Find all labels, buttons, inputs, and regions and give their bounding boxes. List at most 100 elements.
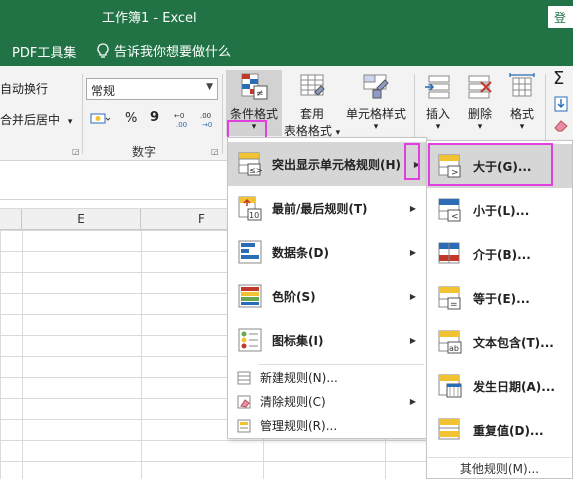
menu-item-label: 最前/最后规则(T) xyxy=(272,201,368,216)
tell-me-label: 告诉我你想要做什么 xyxy=(114,45,232,60)
menu-item-label: 色阶(S) xyxy=(272,289,316,304)
menu-item-clear-rules[interactable]: 清除规则(C) ▶ xyxy=(228,390,426,413)
format-dropdown-icon: ▾ xyxy=(519,122,525,132)
insert-cells-button[interactable]: 插入 ▾ xyxy=(418,70,458,132)
format-as-table-button[interactable]: 套用 表格格式 ▾ xyxy=(283,70,341,139)
svg-text:≠: ≠ xyxy=(256,89,264,99)
cell-styles-label: 单元格样式 xyxy=(345,107,406,121)
menu-item-label: 清除规则(C) xyxy=(260,395,326,409)
lightbulb-icon xyxy=(97,42,109,58)
svg-text:ab: ab xyxy=(449,344,459,353)
login-button[interactable]: 登 xyxy=(548,6,573,28)
cell-styles-button[interactable]: 单元格样式 ▾ xyxy=(341,70,411,132)
data-bars-icon xyxy=(228,238,272,266)
delete-label: 删除 xyxy=(467,107,492,121)
manage-rules-icon xyxy=(228,418,260,434)
highlight-box-submenu-arrow xyxy=(404,143,420,180)
comma-style-button[interactable]: 9 xyxy=(150,110,159,125)
number-format-select[interactable]: 常规 ▼ xyxy=(86,78,218,100)
less-than-icon: < xyxy=(427,196,473,224)
format-label: 格式 xyxy=(509,107,534,121)
format-cells-button[interactable]: 格式 ▾ xyxy=(502,70,542,132)
title-bar: 工作簿1 - Excel 登 xyxy=(0,0,573,34)
currency-format-button[interactable] xyxy=(90,111,112,130)
submenu-item-more-rules[interactable]: 其他规则(M)... xyxy=(427,457,572,479)
delete-cells-icon xyxy=(468,75,492,99)
submenu-item-equal-to[interactable]: = 等于(E)... xyxy=(427,276,572,320)
clear-eraser-icon[interactable] xyxy=(553,118,569,135)
menu-item-label: 突出显示单元格规则(H) xyxy=(272,157,402,172)
merge-center-label: 合并后居中 xyxy=(0,113,61,127)
menu-item-manage-rules[interactable]: 管理规则(R)... xyxy=(228,414,426,437)
highlight-rules-submenu: > 大于(G)... < 小于(L)... 介于(B)... = 等于(E)..… xyxy=(426,140,573,479)
svg-text:.00: .00 xyxy=(176,121,187,128)
wrap-text-button[interactable]: 自动换行 xyxy=(0,80,48,97)
format-as-table-label-1: 套用 xyxy=(299,107,324,121)
number-dialog-launcher-icon[interactable]: ◲ xyxy=(211,147,219,156)
insert-dropdown-icon: ▾ xyxy=(435,122,441,132)
new-rule-icon xyxy=(228,370,260,386)
tab-pdf-tools[interactable]: PDF工具集 xyxy=(12,42,76,61)
submenu-arrow-icon: ▶ xyxy=(409,397,416,406)
format-cells-icon xyxy=(509,73,535,97)
submenu-arrow-icon: ▶ xyxy=(409,291,416,301)
svg-text:10: 10 xyxy=(249,211,259,220)
menu-item-label: 数据条(D) xyxy=(272,245,329,260)
menu-item-top-bottom-rules[interactable]: 10 最前/最后规则(T) ▶ xyxy=(228,186,426,230)
window-title: 工作簿1 - Excel xyxy=(102,11,197,26)
submenu-item-label: 介于(B)... xyxy=(473,247,531,262)
increase-decimal-button[interactable]: ←0.00 xyxy=(174,110,194,131)
menu-item-icon-sets[interactable]: 图标集(I) ▶ xyxy=(228,318,426,362)
increase-decimal-icon: ←0.00 xyxy=(174,112,187,129)
text-contains-icon: ab xyxy=(427,328,473,356)
submenu-arrow-icon: ▶ xyxy=(409,203,416,213)
percent-button[interactable]: % xyxy=(125,111,137,126)
insert-cells-icon xyxy=(425,75,450,99)
equal-to-icon: = xyxy=(427,284,473,312)
submenu-item-label: 小于(L)... xyxy=(473,203,530,218)
svg-text:←0: ←0 xyxy=(174,112,184,120)
fill-down-icon xyxy=(554,96,568,112)
merge-center-button[interactable]: 合并后居中 ▾ xyxy=(0,111,72,128)
color-scales-icon xyxy=(228,282,272,310)
number-group-label: 数字 xyxy=(132,145,157,159)
decrease-decimal-button[interactable]: .00 →0 xyxy=(200,110,218,131)
submenu-item-text-contains[interactable]: ab 文本包含(T)... xyxy=(427,320,572,364)
decrease-decimal-icon: .00→0 xyxy=(200,112,212,129)
merge-dropdown-icon[interactable]: ▾ xyxy=(68,117,73,127)
menu-item-label: 管理规则(R)... xyxy=(260,419,338,433)
number-format-value: 常规 xyxy=(91,84,116,98)
between-icon xyxy=(427,240,473,268)
icon-sets-icon xyxy=(228,326,272,354)
grid-column-line xyxy=(22,230,23,479)
submenu-item-between[interactable]: 介于(B)... xyxy=(427,232,572,276)
format-as-table-icon xyxy=(300,74,325,96)
tell-me-search[interactable]: 告诉我你想要做什么 xyxy=(96,41,231,60)
conditional-formatting-icon: ≠ xyxy=(241,73,268,100)
svg-text:≤>: ≤> xyxy=(249,166,262,175)
delete-cells-button[interactable]: 删除 ▾ xyxy=(460,70,500,132)
menu-item-color-scales[interactable]: 色阶(S) ▶ xyxy=(228,274,426,318)
svg-text:<: < xyxy=(451,212,459,222)
fill-icon[interactable] xyxy=(554,96,568,115)
submenu-arrow-icon: ▶ xyxy=(409,335,416,345)
insert-label: 插入 xyxy=(425,107,450,121)
tab-bar: PDF工具集 告诉我你想要做什么 xyxy=(0,34,573,66)
highlight-rules-icon: ≤> xyxy=(228,150,272,178)
eraser-icon xyxy=(554,120,568,132)
submenu-item-label: 重复值(D)... xyxy=(473,423,544,438)
alignment-dialog-launcher-icon[interactable]: ◲ xyxy=(72,147,80,156)
submenu-item-less-than[interactable]: < 小于(L)... xyxy=(427,188,572,232)
column-header-partial[interactable] xyxy=(0,209,22,231)
svg-text:=: = xyxy=(450,300,458,310)
submenu-item-label: 发生日期(A)... xyxy=(473,379,555,394)
currency-icon xyxy=(90,113,111,124)
autosum-icon[interactable]: Σ xyxy=(553,68,564,89)
column-header-e[interactable]: E xyxy=(22,209,141,231)
delete-dropdown-icon: ▾ xyxy=(477,122,483,132)
menu-item-highlight-cell-rules[interactable]: ≤> 突出显示单元格规则(H) ▶ xyxy=(228,142,426,186)
menu-item-new-rule[interactable]: 新建规则(N)... xyxy=(228,366,426,389)
submenu-item-duplicate-values[interactable]: 重复值(D)... xyxy=(427,408,572,452)
submenu-item-date-occurring[interactable]: 发生日期(A)... xyxy=(427,364,572,408)
menu-item-data-bars[interactable]: 数据条(D) ▶ xyxy=(228,230,426,274)
